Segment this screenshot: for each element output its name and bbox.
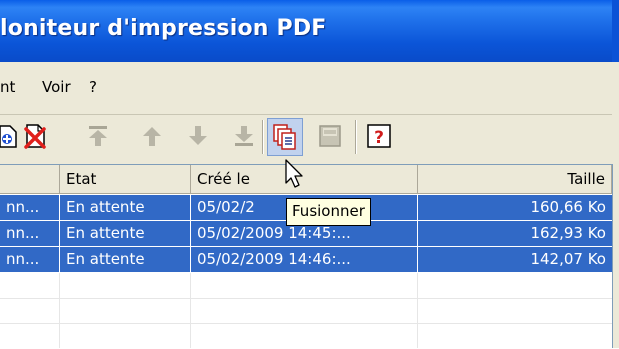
merge-button[interactable]	[267, 118, 303, 156]
menu-separator	[0, 114, 619, 115]
title-bar[interactable]: loniteur d'impression PDF	[0, 0, 619, 62]
menu-item-help[interactable]: ?	[89, 78, 97, 96]
column-divider	[417, 195, 418, 273]
row-status: En attente	[60, 221, 191, 246]
list-border	[612, 164, 613, 348]
application-window: loniteur d'impression PDF nt Voir ? ? Et…	[0, 0, 619, 349]
row-size: 142,07 Ko	[418, 247, 612, 272]
title-bar-edge	[612, 0, 619, 62]
move-top-icon	[89, 126, 107, 146]
row-status: En attente	[60, 195, 191, 220]
column-header-name[interactable]	[0, 165, 60, 194]
help-icon: ?	[367, 124, 391, 148]
menu-item-voir[interactable]: Voir	[42, 78, 71, 96]
document-delete-icon	[24, 124, 46, 149]
mouse-cursor-icon	[285, 159, 303, 188]
save-icon	[319, 125, 341, 147]
column-divider	[59, 273, 60, 348]
move-up-icon	[143, 127, 161, 146]
row-size: 160,66 Ko	[418, 195, 612, 220]
window-frame	[612, 62, 619, 348]
move-up-button[interactable]	[138, 122, 166, 150]
row-size: 162,93 Ko	[418, 221, 612, 246]
delete-document-button[interactable]	[22, 122, 50, 150]
column-header-status[interactable]: Etat	[60, 165, 191, 194]
document-add-icon	[0, 125, 17, 148]
move-down-button[interactable]	[184, 122, 212, 150]
svg-text:?: ?	[374, 128, 384, 148]
table-row[interactable]: nn... En attente 05/02/2009 14:46:... 14…	[0, 247, 612, 272]
move-bottom-icon	[235, 126, 253, 146]
column-divider	[59, 195, 60, 273]
toolbar-separator	[355, 120, 357, 154]
column-divider	[190, 195, 191, 273]
row-status: En attente	[60, 247, 191, 272]
row-created: 05/02/2009 14:46:...	[191, 247, 418, 272]
menu-item-edition[interactable]: nt	[0, 78, 15, 96]
row-name: nn...	[0, 247, 60, 272]
move-bottom-button[interactable]	[230, 122, 258, 150]
merge-tooltip: Fusionner	[286, 198, 371, 226]
row-divider	[0, 323, 612, 324]
row-divider	[0, 298, 612, 299]
move-top-button[interactable]	[84, 122, 112, 150]
column-divider	[417, 273, 418, 348]
save-button[interactable]	[316, 122, 344, 150]
toolbar-separator	[262, 120, 264, 154]
add-document-button[interactable]	[0, 122, 18, 150]
row-name: nn...	[0, 221, 60, 246]
row-name: nn...	[0, 195, 60, 220]
window-title: loniteur d'impression PDF	[0, 16, 327, 41]
row-divider	[0, 246, 612, 247]
move-down-icon	[189, 126, 207, 145]
merge-icon	[273, 124, 296, 150]
column-divider	[190, 273, 191, 348]
column-header-size[interactable]: Taille	[418, 165, 612, 194]
help-button[interactable]: ?	[365, 122, 393, 150]
